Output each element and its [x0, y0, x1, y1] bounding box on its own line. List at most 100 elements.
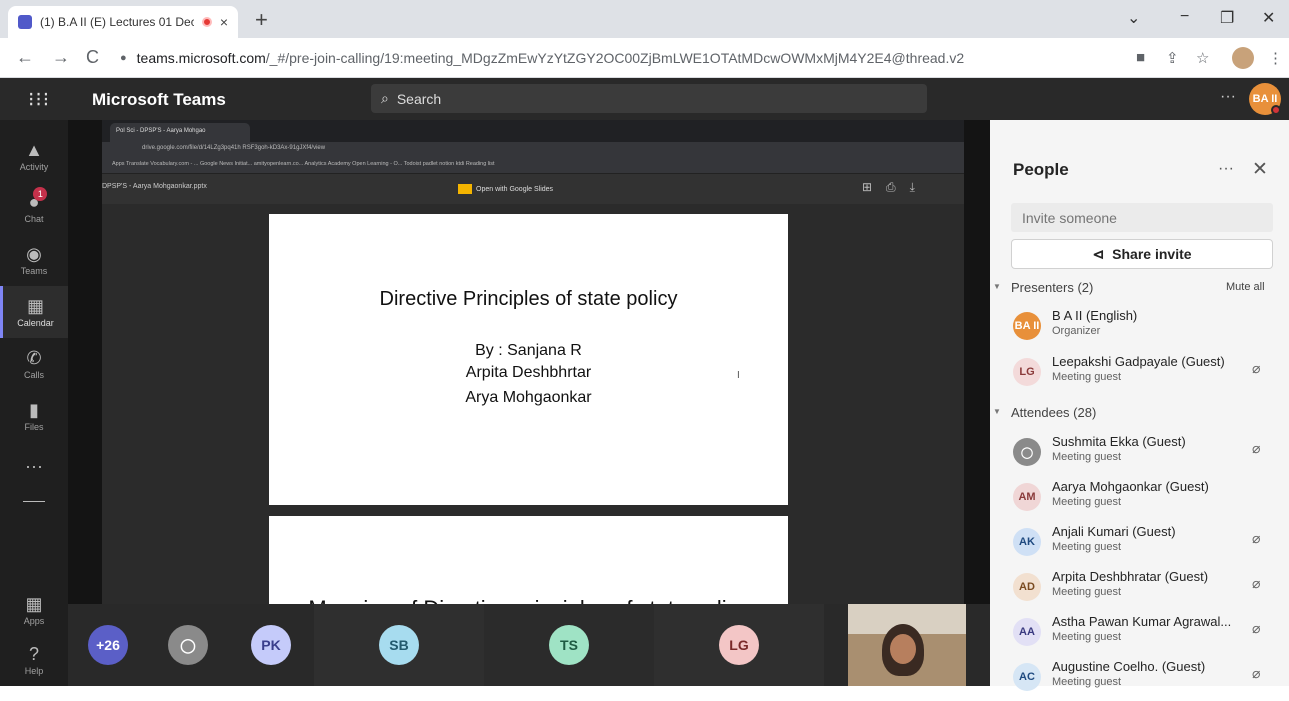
- address-bar[interactable]: ● teams.microsoft.com/_#/pre-join-callin…: [112, 44, 1072, 72]
- rail-divider: [0, 475, 68, 527]
- reload-icon[interactable]: C: [86, 47, 99, 68]
- people-title: People: [1013, 160, 1069, 179]
- participant-tile[interactable]: SB: [314, 604, 484, 686]
- shared-browser-tabs: Pol Sci - DPSP'S - Aarya Mohgao: [102, 120, 964, 142]
- browser-menu-icon[interactable]: ⋮: [1268, 49, 1283, 67]
- participant-avatar: PK: [251, 625, 291, 665]
- participant-row[interactable]: AD Arpita Deshbhratar (Guest) Meeting gues…: [990, 567, 1289, 611]
- chat-badge: 1: [33, 187, 48, 201]
- participant-name: B A II (English): [1052, 308, 1138, 323]
- participant-tile[interactable]: ◯: [148, 604, 228, 686]
- rail-item-help[interactable]: ? Help: [0, 634, 68, 686]
- participant-tile[interactable]: LG: [654, 604, 824, 686]
- bookmark-star-icon[interactable]: ☆: [1196, 49, 1209, 67]
- participant-tile[interactable]: PK: [228, 604, 314, 686]
- mic-off-icon[interactable]: ⌀: [1252, 620, 1260, 637]
- participant-name: Leepakshi Gadpayale (Guest): [1052, 354, 1225, 369]
- browser-tabstrip: (1) B.A II (E) Lectures 01 Dec × + ⌄ − ❐…: [0, 0, 1289, 38]
- minimize-button[interactable]: −: [1180, 8, 1189, 26]
- mic-off-icon[interactable]: ⌀: [1252, 360, 1260, 377]
- teams-icon: ◉: [26, 244, 42, 264]
- attendees-label: Attendees (28): [1011, 405, 1097, 420]
- slide-by: By : Sanjana R: [475, 342, 582, 359]
- participant-name: Augustine Coelho. (Guest): [1052, 659, 1206, 674]
- rail-label: Help: [24, 666, 44, 676]
- tab-search-button[interactable]: ⌄: [1127, 8, 1140, 28]
- mic-off-icon[interactable]: ⌀: [1252, 665, 1260, 682]
- chat-icon: ● 1: [29, 187, 48, 212]
- rail-item-calendar[interactable]: ▦ Calendar: [0, 286, 68, 338]
- shared-browser-tab: Pol Sci - DPSP'S - Aarya Mohgao: [110, 123, 250, 142]
- participant-name: Anjali Kumari (Guest): [1052, 524, 1176, 539]
- participant-avatar: BA II: [1013, 312, 1041, 340]
- video-face: [890, 634, 916, 664]
- browser-tab[interactable]: (1) B.A II (E) Lectures 01 Dec ×: [8, 6, 238, 38]
- participant-name: Aarya Mohgaonkar (Guest): [1052, 479, 1209, 494]
- participant-role: Meeting guest: [1052, 586, 1122, 598]
- collapse-caret-icon: ▼: [993, 282, 1001, 291]
- back-icon[interactable]: ←: [16, 47, 34, 68]
- user-initials: BA II: [1252, 93, 1278, 105]
- rail-item-activity[interactable]: ▲ Activity: [0, 130, 68, 182]
- invite-input[interactable]: [1011, 203, 1273, 232]
- participant-row[interactable]: AM Aarya Mohgaonkar (Guest) Meeting guest: [990, 477, 1289, 521]
- new-tab-button[interactable]: +: [255, 7, 268, 33]
- participant-row[interactable]: BA II B A II (English) Organizer: [990, 306, 1289, 350]
- rail-item-calls[interactable]: ✆ Calls: [0, 338, 68, 390]
- participant-avatar: LG: [719, 625, 759, 665]
- tab-close-button[interactable]: ×: [220, 14, 228, 30]
- person-icon: ◯: [168, 625, 208, 665]
- share-page-icon[interactable]: ⇪: [1166, 49, 1179, 67]
- self-video-tile[interactable]: [848, 604, 966, 686]
- share-icon: ⊲: [1092, 245, 1105, 262]
- participant-avatar: TS: [549, 625, 589, 665]
- teams-favicon-icon: [18, 15, 32, 29]
- participant-row[interactable]: AA Astha Pawan Kumar Agrawal... Meeting gu…: [990, 612, 1289, 656]
- attendees-section[interactable]: ▼ Attendees (28): [990, 405, 1289, 425]
- browser-profile-avatar[interactable]: [1232, 47, 1254, 69]
- mute-all-button[interactable]: Mute all: [1226, 281, 1265, 293]
- slides-icon: [458, 184, 472, 194]
- rail-item-files[interactable]: ▮ Files: [0, 390, 68, 442]
- rail-label: Calendar: [17, 318, 54, 328]
- participant-row[interactable]: AK Anjali Kumari (Guest) Meeting guest ⌀: [990, 522, 1289, 566]
- teams-more-button[interactable]: ···: [1220, 88, 1236, 106]
- participant-row[interactable]: ◯ Sushmita Ekka (Guest) Meeting guest ⌀: [990, 432, 1289, 476]
- participant-tile[interactable]: TS: [484, 604, 654, 686]
- slide-author-2: Arpita Deshbhrtar: [465, 364, 592, 381]
- rail-item-chat[interactable]: ● 1 Chat: [0, 182, 68, 234]
- rail-item-teams[interactable]: ◉ Teams: [0, 234, 68, 286]
- mic-off-icon[interactable]: ⌀: [1252, 440, 1260, 457]
- app-launcher-icon[interactable]: ⁝⁝⁝: [28, 87, 50, 112]
- participant-avatar: AD: [1013, 573, 1041, 601]
- participant-row[interactable]: LG Leepakshi Gadpayale (Guest) Meeting gue…: [990, 352, 1289, 396]
- close-window-button[interactable]: ✕: [1262, 8, 1275, 28]
- user-avatar[interactable]: BA II: [1249, 83, 1281, 115]
- presenters-section[interactable]: ▼ Presenters (2) Mute all: [990, 280, 1289, 300]
- mic-off-icon[interactable]: ⌀: [1252, 530, 1260, 547]
- shared-bookmarks-bar: Apps Translate Vocabulary.com - ... Goog…: [102, 156, 964, 174]
- restore-button[interactable]: ❐: [1220, 8, 1234, 28]
- people-more-button[interactable]: ···: [1218, 160, 1234, 178]
- app-name: Microsoft Teams: [92, 90, 226, 109]
- participant-avatar: LG: [1013, 358, 1041, 386]
- search-box[interactable]: ⌕ Search: [371, 84, 927, 113]
- more-icon: ···: [25, 456, 43, 476]
- participant-avatar: AA: [1013, 618, 1041, 646]
- rail-item-apps[interactable]: ▦ Apps: [0, 584, 68, 636]
- people-close-button[interactable]: ✕: [1252, 158, 1268, 181]
- mic-off-icon[interactable]: ⌀: [1252, 575, 1260, 592]
- slide-2: Meaning of Directive principles of state…: [269, 516, 788, 606]
- browser-toolbar: ← → C ● teams.microsoft.com/_#/pre-join-…: [0, 38, 1289, 78]
- search-icon: ⌕: [381, 90, 389, 106]
- camera-icon[interactable]: ■: [1136, 49, 1145, 66]
- participant-row[interactable]: AC Augustine Coelho. (Guest) Meeting guest…: [990, 657, 1289, 701]
- overflow-avatar: +26: [88, 625, 128, 665]
- forward-icon[interactable]: →: [52, 47, 70, 68]
- overflow-tile[interactable]: +26: [68, 604, 148, 686]
- bell-icon: ▲: [25, 140, 43, 160]
- viewer-actions: ⊞⎙⤓: [862, 180, 929, 194]
- share-invite-button[interactable]: ⊲ Share invite: [1011, 239, 1273, 269]
- browser-tab-title: (1) B.A II (E) Lectures 01 Dec: [40, 15, 194, 29]
- url-path: /_#/pre-join-calling/19:meeting_MDgzZmEw…: [265, 50, 965, 66]
